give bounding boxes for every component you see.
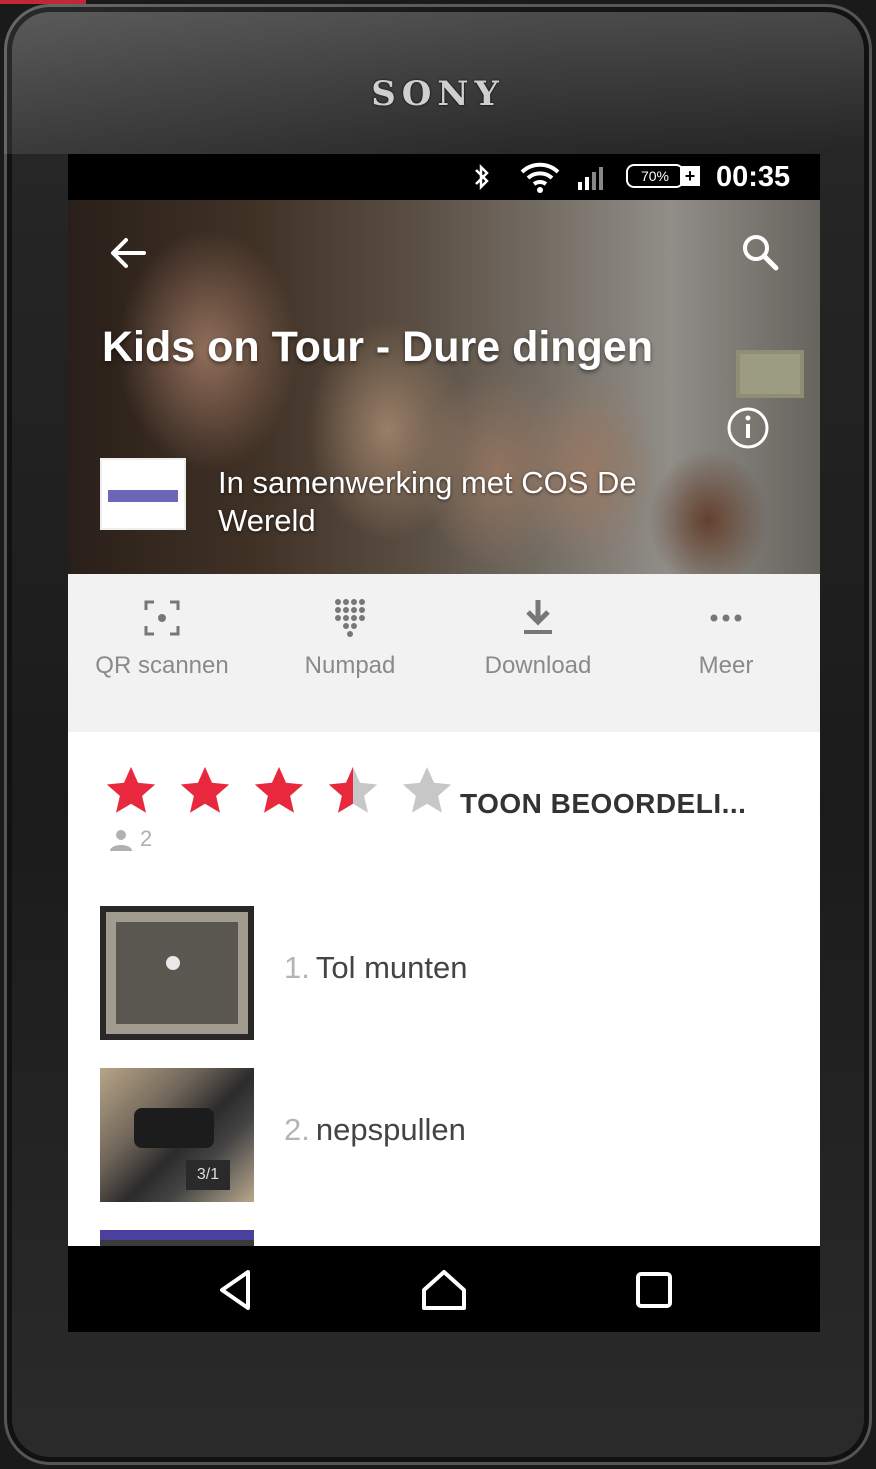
- star-filled-icon: [254, 766, 304, 813]
- organization-text: In samenwerking met COS De Wereld: [218, 465, 637, 538]
- status-time: 00:35: [716, 161, 791, 193]
- star-filled-icon: [180, 766, 230, 813]
- signal-icon: [576, 164, 608, 198]
- search-button[interactable]: [736, 228, 786, 278]
- nav-recent-apps-button[interactable]: [628, 1264, 680, 1316]
- triangle-back-icon: [220, 1270, 250, 1310]
- download-label: Download: [484, 652, 592, 679]
- device-brand: SONY: [371, 74, 505, 114]
- arrow-left-icon: [111, 238, 146, 268]
- list-item[interactable]: 1. Tol munten: [68, 906, 820, 1056]
- item-number: 1.: [284, 950, 310, 985]
- show-reviews-button[interactable]: TOON BEOORDELI...: [460, 788, 746, 820]
- item-number: 2.: [284, 1112, 310, 1147]
- list-item[interactable]: 3/1 2. nepspullen: [68, 1068, 820, 1218]
- wifi-icon: [520, 160, 560, 202]
- item-thumbnail: 3/1: [100, 1068, 254, 1202]
- download-button[interactable]: Download: [444, 574, 632, 732]
- more-button[interactable]: Meer: [632, 574, 820, 732]
- back-button[interactable]: [104, 228, 154, 278]
- square-recent-icon: [636, 1272, 672, 1308]
- qr-scan-button[interactable]: QR scannen: [68, 574, 256, 732]
- system-nav-bar: [68, 1246, 820, 1332]
- numpad-icon: [335, 599, 365, 637]
- nav-home-button[interactable]: [418, 1264, 470, 1316]
- download-icon: [524, 600, 552, 634]
- star-filled-icon: [106, 766, 156, 813]
- rating-section: 2 TOON BEOORDELI...: [68, 732, 820, 882]
- battery-charging-icon: +: [680, 166, 700, 186]
- qr-scan-icon: [144, 600, 180, 636]
- more-icon: [710, 614, 742, 622]
- action-bar: QR scannen Numpad Download Meer: [68, 574, 820, 732]
- app-screen: 70% + 00:35 Kids on Tour - Dure dingen I…: [68, 154, 820, 1332]
- item-title: Tol munten: [315, 950, 468, 985]
- nav-back-button[interactable]: [210, 1264, 262, 1316]
- tour-title: Kids on Tour - Dure dingen: [102, 323, 654, 371]
- raters-number: 2: [140, 826, 153, 851]
- hero-image: Kids on Tour - Dure dingen In samenwerki…: [68, 200, 820, 574]
- stop-list: 1. Tol munten 3/1 2. nepspullen: [68, 880, 820, 1284]
- home-icon: [422, 1270, 466, 1310]
- person-icon: [110, 830, 132, 851]
- bluetooth-icon: [472, 162, 492, 200]
- star-empty-icon: [402, 766, 452, 813]
- numpad-label: Numpad: [304, 652, 396, 679]
- battery-indicator: 70%: [626, 164, 684, 188]
- item-thumbnail: [100, 906, 254, 1040]
- qr-scan-label: QR scannen: [95, 652, 229, 679]
- item-title: nepspullen: [315, 1112, 466, 1147]
- info-button[interactable]: [724, 404, 772, 452]
- status-bar: 70% + 00:35: [68, 154, 820, 200]
- star-half-icon: [328, 766, 378, 813]
- more-label: Meer: [698, 652, 754, 679]
- organization-logo: [100, 458, 186, 530]
- info-icon: [727, 407, 769, 449]
- numpad-button[interactable]: Numpad: [256, 574, 444, 732]
- search-icon: [743, 235, 779, 271]
